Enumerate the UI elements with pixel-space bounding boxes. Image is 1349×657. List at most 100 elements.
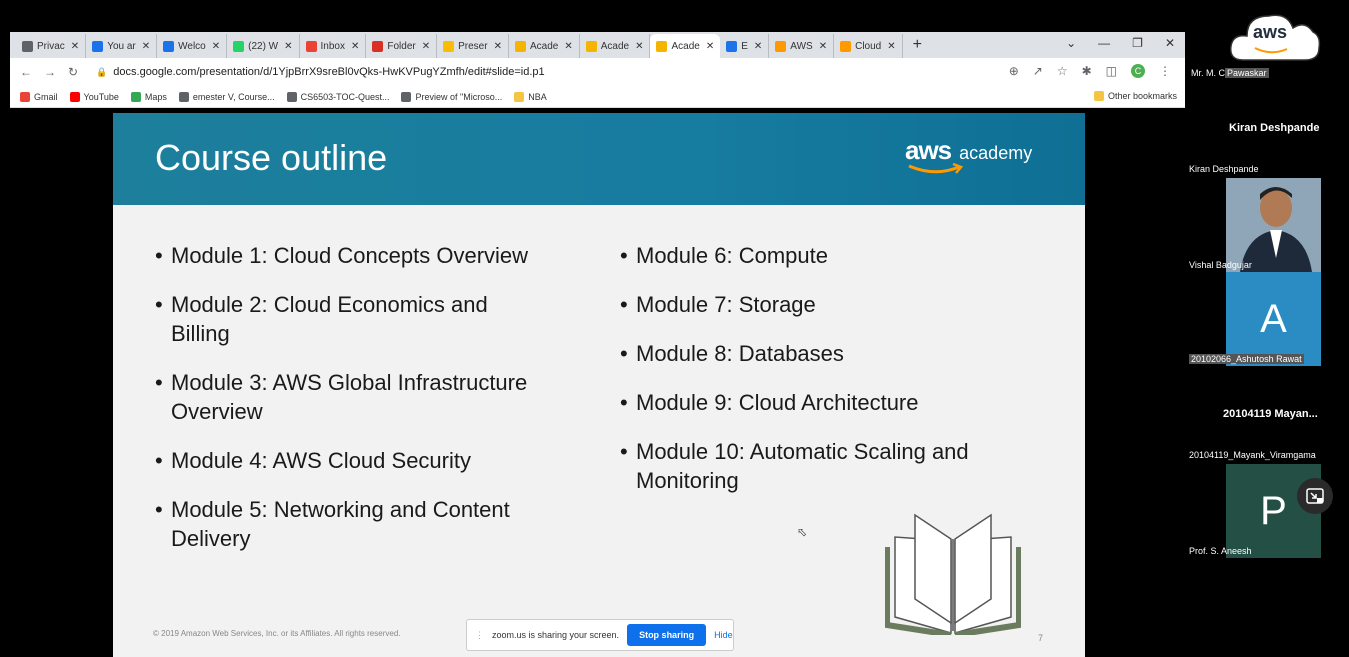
new-tab-button[interactable]: + <box>903 36 932 58</box>
module-text-line: Module 8: Databases <box>636 341 844 366</box>
bookmark-item[interactable]: YouTube <box>69 91 119 102</box>
profile-avatar[interactable]: C <box>1131 64 1145 78</box>
browser-tab[interactable]: Welco ✕ <box>157 34 228 58</box>
browser-tab[interactable]: (22) W ✕ <box>227 34 300 58</box>
tab-close-icon[interactable]: ✕ <box>564 41 572 52</box>
drag-handle-icon[interactable]: ⋮ <box>475 630 484 641</box>
bookmark-label: NBA <box>528 91 547 102</box>
bookmark-label: CS6503-TOC-Quest... <box>300 91 390 102</box>
participants-panel: aws Mr. M. C Pawaskar Kiran Deshpande Kir… <box>1187 0 1349 657</box>
close-window-icon[interactable]: ✕ <box>1165 36 1175 50</box>
browser-tab[interactable]: Acade ✕ <box>509 34 580 58</box>
menu-icon[interactable]: ⋮ <box>1159 64 1171 78</box>
participant-video-3[interactable] <box>1226 178 1321 272</box>
browser-tab[interactable]: Cloud ✕ <box>834 34 903 58</box>
tab-close-icon[interactable]: ✕ <box>635 41 643 52</box>
exit-fullscreen-button[interactable] <box>1297 478 1333 514</box>
slide-page-number: 7 <box>1038 633 1044 643</box>
extensions-icon[interactable]: ✱ <box>1082 64 1092 78</box>
tab-close-icon[interactable]: ✕ <box>887 41 895 52</box>
back-icon[interactable]: ← <box>20 65 32 79</box>
browser-tab[interactable]: Inbox ✕ <box>300 34 367 58</box>
zoom-icon[interactable]: ⊕ <box>1009 64 1019 78</box>
tab-title: Inbox <box>320 40 345 52</box>
star-icon[interactable]: ☆ <box>1057 64 1068 78</box>
participant-tile-1[interactable]: aws Mr. M. C Pawaskar <box>1189 6 1321 82</box>
bullet-icon: • <box>155 370 163 395</box>
tab-close-icon[interactable]: ✕ <box>754 41 762 52</box>
module-text: Module 2: Cloud Economics and Billing <box>171 290 488 348</box>
bookmarks-bar: Gmail YouTube Maps emester V, Course... CS65… <box>10 86 1185 108</box>
tab-close-icon[interactable]: ✕ <box>351 41 359 52</box>
participant-name-2: Kiran Deshpande <box>1189 164 1259 174</box>
browser-tab[interactable]: E ✕ <box>720 34 770 58</box>
sidepanel-icon[interactable]: ◫ <box>1106 64 1117 78</box>
forward-icon[interactable]: → <box>44 65 56 79</box>
bookmark-icon <box>178 91 189 102</box>
bookmark-item[interactable]: NBA <box>514 91 547 102</box>
tab-close-icon[interactable]: ✕ <box>71 41 79 52</box>
slides-icon <box>656 40 668 52</box>
other-bookmarks[interactable]: Other bookmarks <box>1093 91 1177 101</box>
module-text-line: Module 5: Networking and Content <box>171 497 510 522</box>
aws-academy-logo: aws academy <box>905 135 1032 174</box>
bookmark-item[interactable]: Gmail <box>20 91 58 102</box>
share-message: zoom.us is sharing your screen. <box>492 630 620 640</box>
address-bar[interactable]: 🔒 docs.google.com/presentation/d/1YjpBrr… <box>90 61 1010 83</box>
participant-avatar-4[interactable]: A <box>1226 272 1321 366</box>
mouse-cursor-icon: ⬁ <box>797 525 808 539</box>
participant-name-3: Vishal Badgujar <box>1189 260 1252 270</box>
bookmark-icon <box>514 91 525 102</box>
browser-tab[interactable]: You ar ✕ <box>86 34 158 58</box>
browser-tab[interactable]: Preser ✕ <box>437 34 509 58</box>
screen: Privac ✕ You ar ✕ Welco ✕ (22) W ✕ Inbox ✕ Folder ✕… <box>0 0 1349 657</box>
bookmark-item[interactable]: emester V, Course... <box>178 91 275 102</box>
bookmark-item[interactable]: Preview of "Microso... <box>401 91 502 102</box>
aws-logo-text: aws <box>905 135 952 165</box>
aws-smile-icon <box>908 163 964 174</box>
module-item: • Module 1: Cloud Concepts Overview <box>155 241 595 270</box>
module-text-line: Module 3: AWS Global Infrastructure <box>171 370 528 395</box>
slides-icon <box>514 40 526 52</box>
bookmark-item[interactable]: Maps <box>130 91 167 102</box>
browser-tab[interactable]: AWS ✕ <box>769 34 835 58</box>
stop-sharing-button[interactable]: Stop sharing <box>627 624 707 646</box>
tab-title: Acade <box>600 40 630 52</box>
lock-icon: 🔒 <box>96 66 108 77</box>
tab-close-icon[interactable]: ✕ <box>706 41 714 52</box>
browser-tab[interactable]: Privac ✕ <box>16 34 87 58</box>
tab-close-icon[interactable]: ✕ <box>284 41 292 52</box>
aws-icon <box>840 40 852 52</box>
tab-close-icon[interactable]: ✕ <box>819 41 827 52</box>
browser-tab[interactable]: Acade ✕ <box>580 34 651 58</box>
tab-close-icon[interactable]: ✕ <box>142 41 150 52</box>
tab-title: AWS <box>790 40 813 52</box>
bookmark-label: emester V, Course... <box>192 91 275 102</box>
browser-tab[interactable]: Folder ✕ <box>366 34 438 58</box>
module-text-line: Module 6: Compute <box>636 243 828 268</box>
module-item: • Module 10: Automatic Scaling and Monitor… <box>620 437 1040 495</box>
slides-icon <box>585 40 597 52</box>
bookmark-label: Gmail <box>34 91 58 102</box>
module-text-line: Delivery <box>171 526 251 551</box>
gmail-icon <box>305 40 317 52</box>
tab-close-icon[interactable]: ✕ <box>212 41 220 52</box>
tab-close-icon[interactable]: ✕ <box>494 41 502 52</box>
participant-name-1: Mr. M. C Pawaskar <box>1191 68 1269 78</box>
hide-button[interactable]: Hide <box>714 630 733 640</box>
tab-close-icon[interactable]: ✕ <box>422 41 430 52</box>
tab-title: Welco <box>178 40 206 52</box>
bullet-icon: • <box>620 439 628 464</box>
whatsapp-icon <box>233 40 245 52</box>
browser-tab[interactable]: Acade ✕ <box>650 34 721 58</box>
open-book-icon <box>885 513 1021 635</box>
bookmark-item[interactable]: CS6503-TOC-Quest... <box>286 91 390 102</box>
module-text: Module 3: AWS Global Infrastructure Overv… <box>171 368 527 426</box>
restore-icon[interactable]: ❐ <box>1132 36 1143 50</box>
tab-title: E <box>741 40 748 52</box>
reload-icon[interactable]: ↻ <box>68 65 78 79</box>
aws-smile-small-icon <box>1254 47 1288 54</box>
minimize-icon[interactable]: — <box>1098 36 1110 50</box>
tab-search-icon[interactable]: ⌄ <box>1066 36 1076 50</box>
share-icon[interactable]: ↗ <box>1033 64 1043 78</box>
